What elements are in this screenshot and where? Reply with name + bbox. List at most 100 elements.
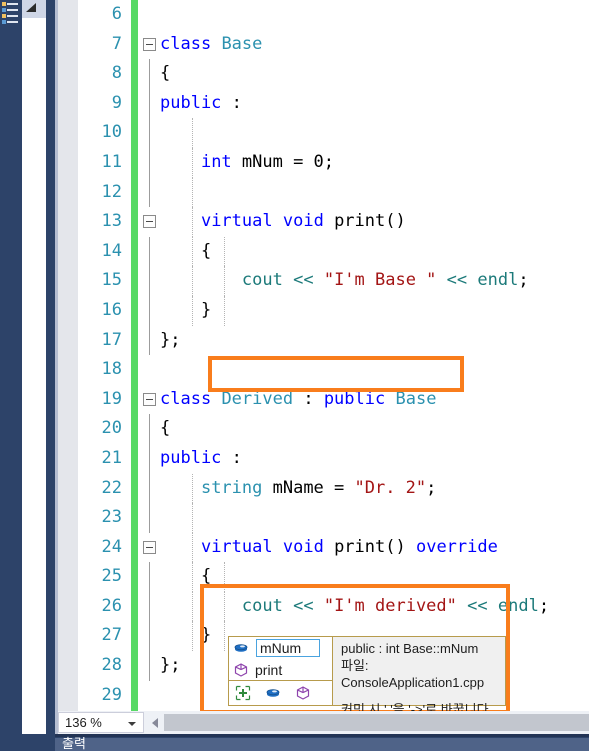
code-text[interactable]: } <box>160 296 211 326</box>
code-text[interactable]: int mNum = 0; <box>160 148 334 178</box>
line-number: 15 <box>101 270 122 291</box>
chevron-down-icon[interactable] <box>128 722 136 726</box>
field-icon <box>233 640 249 656</box>
code-text[interactable]: { <box>160 414 170 444</box>
code-text[interactable]: virtual void print() <box>160 207 406 237</box>
code-line[interactable]: 12 <box>78 177 589 208</box>
code-token: << <box>293 270 314 291</box>
code-line[interactable]: 16 } <box>78 295 589 326</box>
indent-guide <box>224 236 225 267</box>
outline-guide <box>149 325 150 356</box>
line-number: 26 <box>101 595 122 616</box>
outline-guide <box>149 118 150 148</box>
code-text[interactable]: string mName = "Dr. 2"; <box>160 474 436 504</box>
code-line[interactable]: 6 <box>78 0 589 30</box>
code-line[interactable]: 15 cout << "I'm Base " << endl; <box>78 266 589 296</box>
code-editor[interactable]: 6 7 class Base 8{9 public :10 11 int mNum = 0… <box>58 0 589 711</box>
code-text[interactable]: public : <box>160 89 242 119</box>
code-surface[interactable]: 6 7 class Base 8{9 public :10 11 int mNum = 0… <box>78 0 589 711</box>
code-line[interactable]: 9 public : <box>78 88 589 119</box>
zoom-level-combobox[interactable]: 136 % <box>58 712 144 733</box>
change-bar <box>131 0 138 30</box>
code-text[interactable]: virtual void print() override <box>160 533 498 563</box>
collapse-toggle-icon[interactable] <box>143 392 156 406</box>
code-token: { <box>160 63 171 84</box>
code-text[interactable]: public : <box>160 444 242 474</box>
line-number: 8 <box>111 63 122 84</box>
code-text[interactable]: } <box>160 621 211 651</box>
common-members-icon[interactable] <box>235 685 251 701</box>
code-text[interactable]: class Base <box>160 30 262 60</box>
code-line[interactable]: 7 class Base <box>78 29 589 60</box>
line-number: 7 <box>111 33 122 54</box>
collapsed-tool-tab[interactable] <box>22 0 46 18</box>
output-panel[interactable] <box>55 738 589 751</box>
code-line[interactable]: 13 virtual void print() <box>78 207 589 237</box>
code-line[interactable]: 10 <box>78 118 589 148</box>
code-line[interactable]: 21 public : <box>78 443 589 474</box>
code-token: { <box>160 418 171 439</box>
completion-filter-toolbar[interactable] <box>229 680 332 705</box>
code-token: cout <box>241 595 283 616</box>
code-text[interactable]: }; <box>160 651 180 681</box>
horizontal-scroll-thumb[interactable] <box>164 714 589 731</box>
code-text[interactable]: cout << "I'm derived" << endl; <box>160 592 549 622</box>
code-line[interactable]: 8{ <box>78 59 589 89</box>
change-bar <box>131 355 138 385</box>
change-bar <box>131 532 138 563</box>
outline-guide <box>149 236 150 267</box>
visual-studio-window: 6 7 class Base 8{9 public :10 11 int mNum = 0… <box>0 0 589 751</box>
code-token: cout <box>241 270 283 291</box>
intellisense-popup[interactable]: mNum print public : int Base::mNum 파일: Co… <box>228 636 506 717</box>
code-line[interactable]: 18 <box>78 355 589 385</box>
code-token: int <box>200 151 232 172</box>
completion-list[interactable]: mNum print <box>229 637 333 705</box>
change-bar <box>131 443 138 474</box>
code-line[interactable]: 25 { <box>78 562 589 592</box>
line-number: 12 <box>101 181 122 202</box>
outline-guide <box>149 651 150 681</box>
code-line[interactable]: 24 virtual void print() override <box>78 532 589 563</box>
code-text[interactable]: }; <box>160 326 180 356</box>
toolbox-glyphs-icon <box>1 2 21 28</box>
code-token: override <box>415 536 498 557</box>
code-text[interactable]: { <box>160 237 211 267</box>
outline-guide <box>149 59 150 89</box>
code-token: Base <box>395 388 437 409</box>
indent-guide <box>192 503 193 533</box>
code-text[interactable]: { <box>160 562 211 592</box>
method-icon[interactable] <box>295 685 311 701</box>
field-icon[interactable] <box>265 685 281 701</box>
change-bar <box>131 621 138 652</box>
change-bar <box>131 236 138 267</box>
collapse-toggle-icon[interactable] <box>143 215 156 229</box>
collapse-toggle-icon[interactable] <box>143 37 156 51</box>
code-line[interactable]: 20 { <box>78 414 589 444</box>
completion-item[interactable]: mNum <box>229 637 332 659</box>
code-text[interactable]: cout << "I'm Base " << endl; <box>160 266 529 296</box>
collapse-toggle-icon[interactable] <box>143 540 156 554</box>
code-text[interactable]: { <box>160 59 170 89</box>
code-line[interactable]: 11 int mNum = 0; <box>78 147 589 178</box>
outline-guide <box>149 295 150 326</box>
code-line[interactable]: 14 { <box>78 236 589 267</box>
indent-guide <box>192 177 193 208</box>
completion-item[interactable]: print <box>229 659 332 681</box>
horizontal-scrollbar[interactable] <box>146 712 589 733</box>
code-line[interactable]: 19 class Derived : public Base <box>78 384 589 415</box>
code-line[interactable]: 17}; <box>78 325 589 356</box>
code-line[interactable]: 22 string mName = "Dr. 2"; <box>78 473 589 504</box>
code-token: Derived <box>221 388 294 409</box>
code-text[interactable]: class Derived : public Base <box>160 385 436 415</box>
line-number: 25 <box>101 566 122 587</box>
code-line[interactable]: 23 <box>78 503 589 533</box>
line-number: 6 <box>111 4 122 24</box>
indent-guide <box>192 118 193 148</box>
code-line[interactable]: 26 cout << "I'm derived" << endl; <box>78 591 589 622</box>
scroll-left-arrow-icon[interactable] <box>146 712 163 733</box>
